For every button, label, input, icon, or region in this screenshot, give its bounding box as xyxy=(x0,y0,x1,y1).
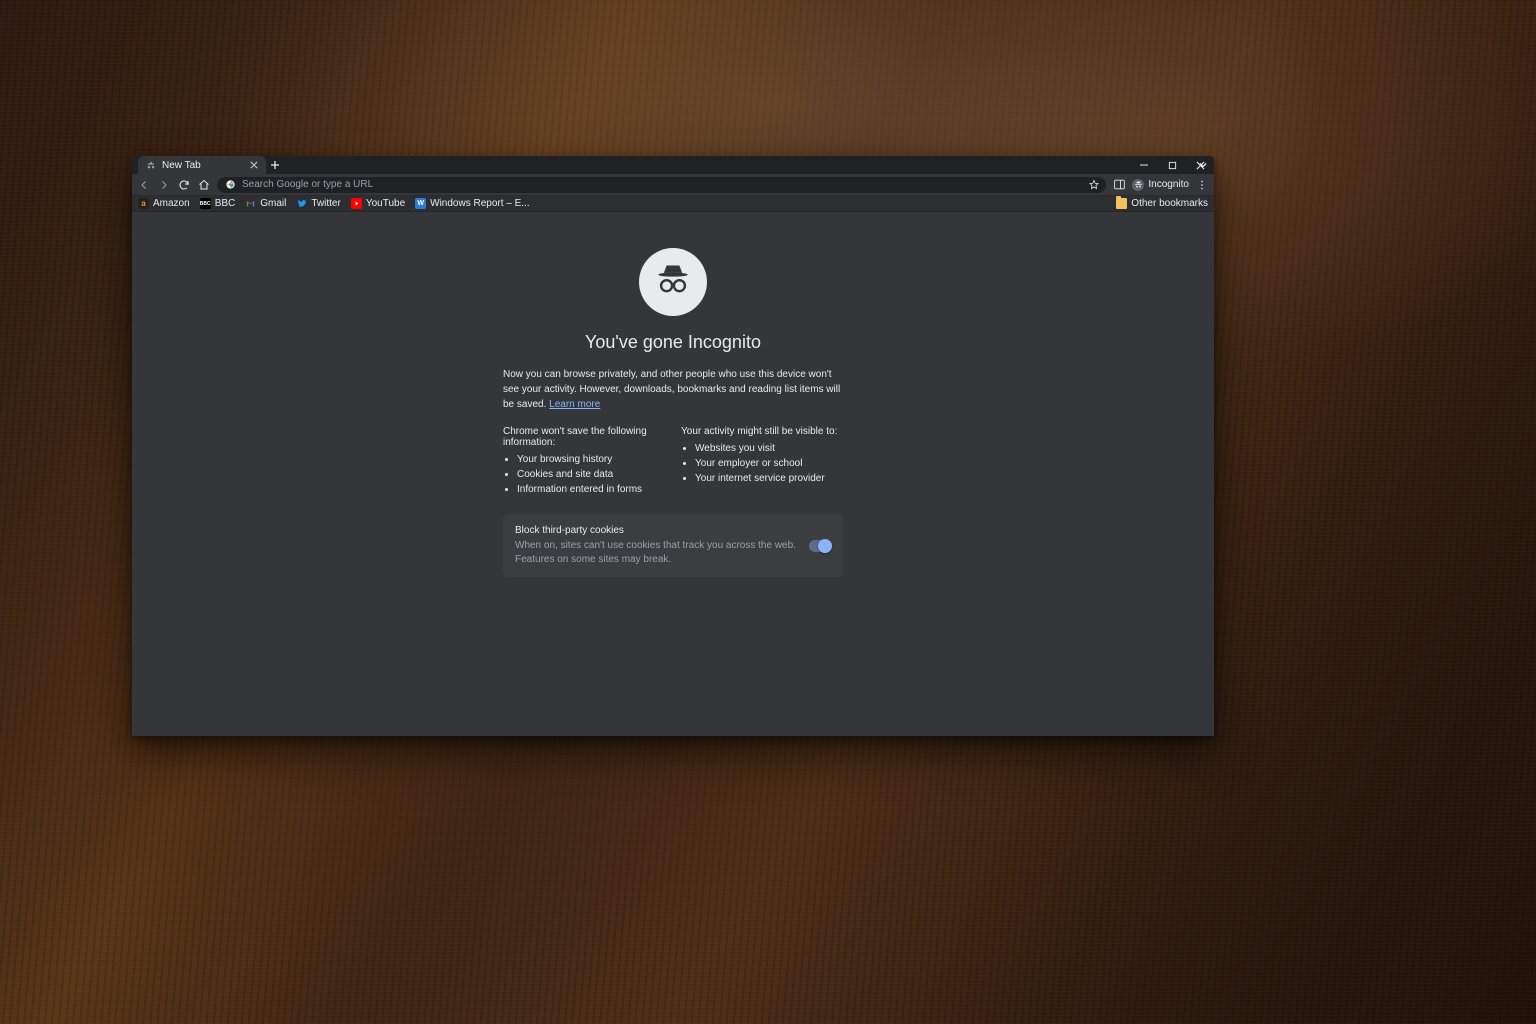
new-tab-button[interactable] xyxy=(266,156,284,174)
close-window-button[interactable] xyxy=(1186,156,1214,174)
incognito-hero-icon xyxy=(639,248,707,316)
visible-to-item: Your internet service provider xyxy=(695,473,843,484)
bookmark-windows-report[interactable]: WWindows Report – E... xyxy=(415,198,529,209)
bookmark-youtube[interactable]: YouTube xyxy=(351,198,405,209)
forward-button[interactable] xyxy=(157,178,171,192)
incognito-indicator[interactable]: Incognito xyxy=(1132,179,1189,191)
info-columns: Chrome won't save the following informat… xyxy=(503,426,843,499)
windows-report-icon: W xyxy=(415,198,426,209)
bookmark-star-icon[interactable] xyxy=(1088,179,1100,191)
reload-button[interactable] xyxy=(177,178,191,192)
wont-save-item: Information entered in forms xyxy=(517,484,665,495)
bookmark-twitter[interactable]: Twitter xyxy=(296,198,340,209)
wont-save-heading: Chrome won't save the following informat… xyxy=(503,426,665,448)
learn-more-link[interactable]: Learn more xyxy=(549,399,600,410)
bookmarks-bar: aAmazon BBCBBC Gmail Twitter YouTube WWi… xyxy=(132,196,1214,212)
page-content: You've gone Incognito Now you can browse… xyxy=(132,212,1214,736)
tab-strip: New Tab xyxy=(132,156,1214,174)
wont-save-item: Cookies and site data xyxy=(517,469,665,480)
minimize-button[interactable] xyxy=(1130,156,1158,174)
back-button[interactable] xyxy=(137,178,151,192)
gmail-icon xyxy=(245,198,256,209)
bookmark-bbc[interactable]: BBCBBC xyxy=(200,198,236,209)
other-bookmarks[interactable]: Other bookmarks xyxy=(1116,198,1208,209)
maximize-button[interactable] xyxy=(1158,156,1186,174)
menu-button[interactable] xyxy=(1195,178,1209,192)
wont-save-item: Your browsing history xyxy=(517,454,665,465)
incognito-icon xyxy=(146,160,156,170)
tab-new-tab[interactable]: New Tab xyxy=(138,156,266,174)
incognito-badge-icon xyxy=(1132,179,1144,191)
amazon-icon: a xyxy=(138,198,149,209)
bbc-icon: BBC xyxy=(200,198,211,209)
visible-to-item: Websites you visit xyxy=(695,443,843,454)
cookie-card: Block third-party cookies When on, sites… xyxy=(503,515,843,577)
address-bar-placeholder: Search Google or type a URL xyxy=(242,179,373,190)
youtube-icon xyxy=(351,198,362,209)
search-engine-icon xyxy=(225,179,236,190)
tab-title: New Tab xyxy=(162,160,201,171)
home-button[interactable] xyxy=(197,178,211,192)
twitter-icon xyxy=(296,198,307,209)
folder-icon xyxy=(1116,198,1127,209)
page-title: You've gone Incognito xyxy=(503,332,843,353)
cookie-card-title: Block third-party cookies xyxy=(515,525,797,536)
visible-to-item: Your employer or school xyxy=(695,458,843,469)
bookmark-gmail[interactable]: Gmail xyxy=(245,198,286,209)
side-panel-icon[interactable] xyxy=(1112,178,1126,192)
address-bar[interactable]: Search Google or type a URL xyxy=(217,177,1106,193)
cookie-card-desc: When on, sites can't use cookies that tr… xyxy=(515,539,797,567)
close-tab-icon[interactable] xyxy=(249,160,259,170)
window-controls xyxy=(1130,156,1214,174)
page-description: Now you can browse privately, and other … xyxy=(503,367,843,412)
incognito-label: Incognito xyxy=(1148,179,1189,190)
bookmark-amazon[interactable]: aAmazon xyxy=(138,198,190,209)
visible-to-heading: Your activity might still be visible to: xyxy=(681,426,843,437)
block-cookies-toggle[interactable] xyxy=(809,540,831,552)
browser-window: New Tab Search Google or type a URL xyxy=(132,156,1214,736)
toolbar: Search Google or type a URL Incognito xyxy=(132,174,1214,196)
